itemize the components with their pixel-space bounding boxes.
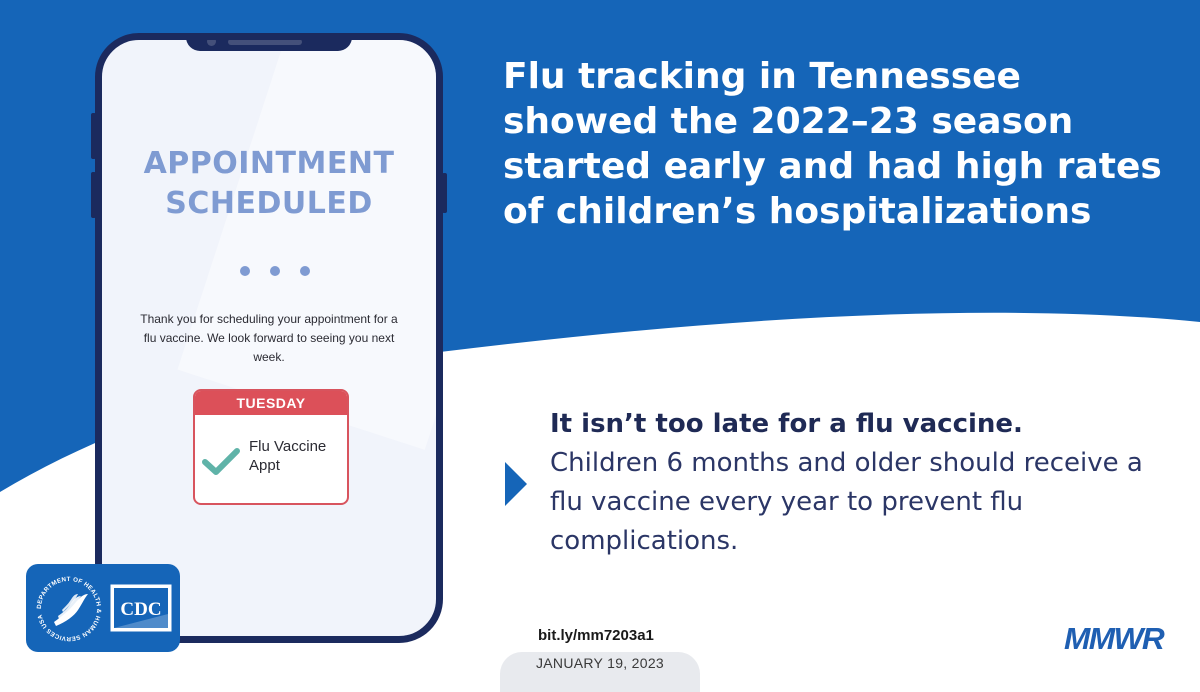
vaccine-message-bold: It isn’t too late for a flu vaccine. (550, 409, 1023, 439)
thank-you-message: Thank you for scheduling your appointmen… (140, 312, 398, 364)
appointment-title-line1: APPOINTMENT (143, 146, 395, 181)
phone-side-button (91, 172, 96, 218)
phone-notch (186, 40, 352, 51)
phone-side-button (91, 113, 96, 159)
hhs-cdc-logo-box: DEPARTMENT OF HEALTH & HUMAN SERVICES US… (26, 564, 180, 652)
calendar-entry: Flu Vaccine Appt (249, 437, 347, 475)
phone-screen-glare (177, 40, 436, 450)
checkmark-icon (202, 448, 240, 475)
chevron-right-icon (505, 462, 527, 506)
hhs-seal-logo: DEPARTMENT OF HEALTH & HUMAN SERVICES US… (36, 576, 102, 642)
calendar-entry-line1: Flu Vaccine (249, 438, 327, 455)
appointment-scheduled-title: APPOINTMENT SCHEDULED (102, 144, 436, 224)
calendar-entry-line2: Appt (249, 457, 280, 474)
calendar-day-header: TUESDAY (195, 391, 347, 415)
camera-icon (207, 40, 216, 46)
vaccine-message: It isn’t too late for a flu vaccine. Chi… (550, 405, 1170, 561)
svg-text:CDC: CDC (120, 599, 161, 620)
mmwr-logo: MMWR (1064, 621, 1165, 656)
phone-side-button (442, 173, 447, 213)
article-link[interactable]: bit.ly/mm7203a1 (538, 627, 654, 644)
appointment-title-line2: SCHEDULED (165, 186, 373, 221)
calendar-card: TUESDAY Flu Vaccine Appt (193, 389, 349, 505)
cdc-logo: CDC (110, 584, 172, 632)
vaccine-message-body: Children 6 months and older should recei… (550, 448, 1143, 556)
phone-mockup: APPOINTMENT SCHEDULED Thank you for sche… (95, 33, 443, 643)
ellipsis-icon (240, 266, 310, 278)
speaker-grille (228, 40, 302, 45)
headline: Flu tracking in Tennessee showed the 202… (503, 56, 1162, 232)
publication-date: JANUARY 19, 2023 (535, 655, 665, 671)
